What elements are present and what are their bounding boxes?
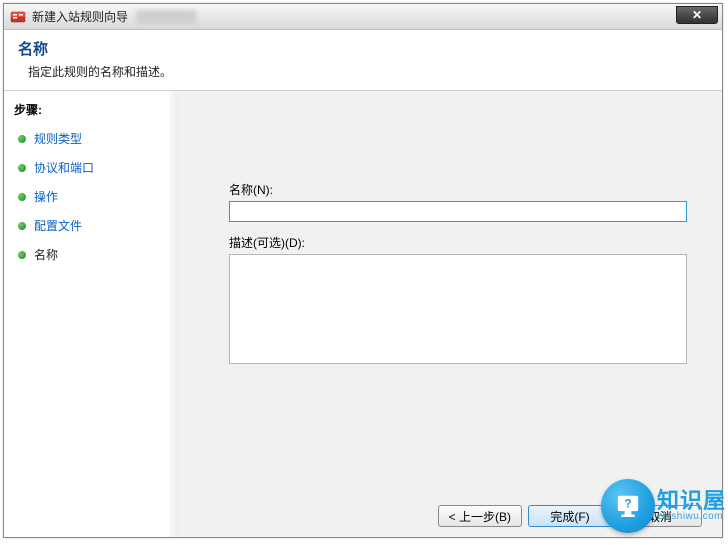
brand-circle-icon: ? <box>601 479 655 533</box>
wizard-body: 步骤: 规则类型 协议和端口 操作 配置文件 名称 <box>4 91 722 537</box>
step-rule-type[interactable]: 规则类型 <box>4 124 179 153</box>
step-label: 名称 <box>34 246 58 263</box>
step-name[interactable]: 名称 <box>4 240 179 269</box>
name-label: 名称(N): <box>229 181 687 198</box>
titlebar: 新建入站规则向导 ✕ <box>4 4 722 30</box>
step-label: 配置文件 <box>34 217 82 234</box>
bullet-icon <box>18 222 26 230</box>
bullet-icon <box>18 193 26 201</box>
steps-sidebar: 步骤: 规则类型 协议和端口 操作 配置文件 名称 <box>4 91 179 537</box>
steps-heading: 步骤: <box>4 97 179 124</box>
step-label: 协议和端口 <box>34 159 94 176</box>
description-textarea[interactable] <box>229 254 687 364</box>
close-button[interactable]: ✕ <box>676 6 718 24</box>
brand-watermark: ? 知识屋 zhishiwu.com <box>601 479 726 533</box>
step-label: 操作 <box>34 188 58 205</box>
bullet-icon <box>18 164 26 172</box>
step-profile[interactable]: 配置文件 <box>4 211 179 240</box>
svg-text:?: ? <box>624 497 631 511</box>
page-subtitle: 指定此规则的名称和描述。 <box>28 63 708 80</box>
back-button[interactable]: < 上一步(B) <box>438 505 522 527</box>
description-label: 描述(可选)(D): <box>229 234 687 251</box>
form-area: 名称(N): 描述(可选)(D): <box>229 181 687 367</box>
name-input[interactable] <box>229 201 687 222</box>
wizard-window: 新建入站规则向导 ✕ 名称 指定此规则的名称和描述。 步骤: 规则类型 协议和端… <box>3 3 723 538</box>
brand-name: 知识屋 <box>657 489 726 512</box>
close-icon: ✕ <box>692 8 702 22</box>
page-title: 名称 <box>18 38 708 59</box>
bullet-icon <box>18 251 26 259</box>
titlebar-blur <box>136 10 196 24</box>
window-title: 新建入站规则向导 <box>32 8 128 25</box>
step-label: 规则类型 <box>34 130 82 147</box>
brand-text: 知识屋 zhishiwu.com <box>657 489 726 523</box>
brand-url: zhishiwu.com <box>657 512 726 523</box>
step-protocol-ports[interactable]: 协议和端口 <box>4 153 179 182</box>
app-icon <box>10 9 26 25</box>
wizard-content: 名称(N): 描述(可选)(D): < 上一步(B) 完成(F) 取消 <box>179 91 722 537</box>
bullet-icon <box>18 135 26 143</box>
wizard-header: 名称 指定此规则的名称和描述。 <box>4 30 722 91</box>
step-action[interactable]: 操作 <box>4 182 179 211</box>
finish-button[interactable]: 完成(F) <box>528 505 612 527</box>
